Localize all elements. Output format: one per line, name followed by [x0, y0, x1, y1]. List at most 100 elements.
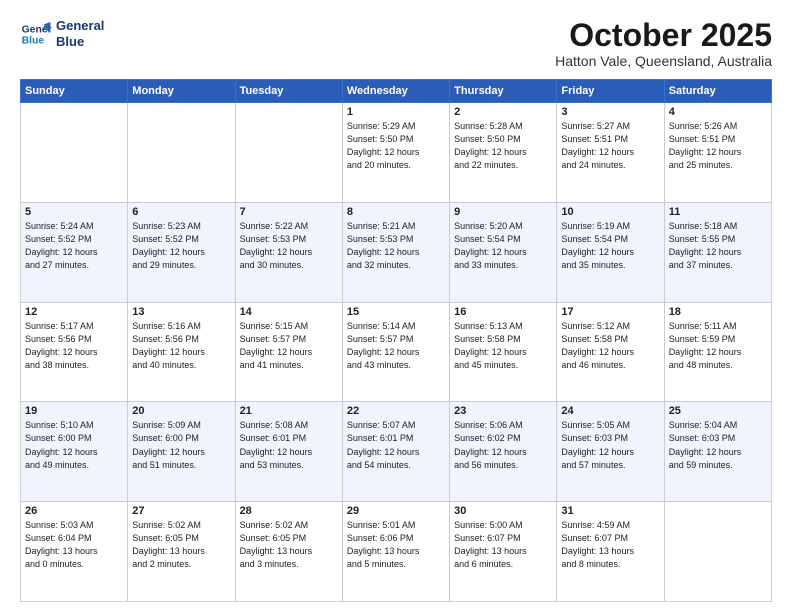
calendar-cell: 14Sunrise: 5:15 AM Sunset: 5:57 PM Dayli… [235, 302, 342, 402]
calendar-cell: 24Sunrise: 5:05 AM Sunset: 6:03 PM Dayli… [557, 402, 664, 502]
calendar-table: SundayMondayTuesdayWednesdayThursdayFrid… [20, 79, 772, 602]
weekday-tuesday: Tuesday [235, 80, 342, 103]
calendar-cell: 12 Sunrise: 5:17 AM Sunset: 5:56 PM Dayli… [21, 302, 128, 402]
day-number: 22 [347, 405, 445, 417]
day-info: Sunrise: 5:14 AM Sunset: 5:57 PM Dayligh… [347, 320, 445, 372]
day-number: 28 [240, 505, 338, 517]
day-number: 26 [25, 505, 123, 517]
weekday-wednesday: Wednesday [342, 80, 449, 103]
calendar-cell: 9 Sunrise: 5:20 AM Sunset: 5:54 PM Daylig… [450, 202, 557, 302]
day-number: 15 [347, 306, 445, 318]
page: General Blue General Blue October 2025 H… [0, 0, 792, 612]
calendar-cell: 25Sunrise: 5:04 AM Sunset: 6:03 PM Dayli… [664, 402, 771, 502]
day-number: 16 [454, 306, 552, 318]
day-info: Sunrise: 5:03 AM Sunset: 6:04 PM Dayligh… [25, 519, 123, 571]
calendar-cell [664, 502, 771, 602]
calendar-cell: 1 Sunrise: 5:29 AM Sunset: 5:50 PM Daylig… [342, 103, 449, 203]
day-info: Sunrise: 5:24 AM Sunset: 5:52 PM Dayligh… [25, 220, 123, 272]
calendar-cell: 30Sunrise: 5:00 AM Sunset: 6:07 PM Dayli… [450, 502, 557, 602]
logo-line1: General [56, 18, 104, 34]
day-number: 19 [25, 405, 123, 417]
day-number: 14 [240, 306, 338, 318]
day-number: 31 [561, 505, 659, 517]
day-number: 13 [132, 306, 230, 318]
calendar-cell [128, 103, 235, 203]
day-info: Sunrise: 5:07 AM Sunset: 6:01 PM Dayligh… [347, 419, 445, 471]
day-number: 17 [561, 306, 659, 318]
day-number: 5 [25, 206, 123, 218]
week-row-3: 19 Sunrise: 5:10 AM Sunset: 6:00 PM Dayli… [21, 402, 772, 502]
svg-text:Blue: Blue [22, 36, 45, 47]
day-number: 3 [561, 106, 659, 118]
calendar-cell: 28Sunrise: 5:02 AM Sunset: 6:05 PM Dayli… [235, 502, 342, 602]
calendar-cell: 18Sunrise: 5:11 AM Sunset: 5:59 PM Dayli… [664, 302, 771, 402]
calendar-cell [21, 103, 128, 203]
day-number: 18 [669, 306, 767, 318]
day-info: Sunrise: 5:26 AM Sunset: 5:51 PM Dayligh… [669, 120, 767, 172]
day-number: 11 [669, 206, 767, 218]
day-number: 12 [25, 306, 123, 318]
calendar-cell: 4Sunrise: 5:26 AM Sunset: 5:51 PM Daylig… [664, 103, 771, 203]
day-info: Sunrise: 5:21 AM Sunset: 5:53 PM Dayligh… [347, 220, 445, 272]
weekday-friday: Friday [557, 80, 664, 103]
calendar-cell: 16 Sunrise: 5:13 AM Sunset: 5:58 PM Dayli… [450, 302, 557, 402]
day-number: 9 [454, 206, 552, 218]
day-info: Sunrise: 5:20 AM Sunset: 5:54 PM Dayligh… [454, 220, 552, 272]
day-number: 27 [132, 505, 230, 517]
day-info: Sunrise: 5:23 AM Sunset: 5:52 PM Dayligh… [132, 220, 230, 272]
day-number: 1 [347, 106, 445, 118]
day-info: Sunrise: 5:00 AM Sunset: 6:07 PM Dayligh… [454, 519, 552, 571]
day-number: 20 [132, 405, 230, 417]
location: Hatton Vale, Queensland, Australia [555, 53, 772, 69]
title-block: October 2025 Hatton Vale, Queensland, Au… [555, 18, 772, 69]
calendar-cell: 21Sunrise: 5:08 AM Sunset: 6:01 PM Dayli… [235, 402, 342, 502]
week-row-1: 5 Sunrise: 5:24 AM Sunset: 5:52 PM Daylig… [21, 202, 772, 302]
day-info: Sunrise: 5:12 AM Sunset: 5:58 PM Dayligh… [561, 320, 659, 372]
calendar-cell: 6 Sunrise: 5:23 AM Sunset: 5:52 PM Daylig… [128, 202, 235, 302]
day-info: Sunrise: 5:13 AM Sunset: 5:58 PM Dayligh… [454, 320, 552, 372]
weekday-monday: Monday [128, 80, 235, 103]
calendar-cell: 13 Sunrise: 5:16 AM Sunset: 5:56 PM Dayli… [128, 302, 235, 402]
weekday-header-row: SundayMondayTuesdayWednesdayThursdayFrid… [21, 80, 772, 103]
day-info: Sunrise: 5:17 AM Sunset: 5:56 PM Dayligh… [25, 320, 123, 372]
day-number: 7 [240, 206, 338, 218]
calendar-cell: 17 Sunrise: 5:12 AM Sunset: 5:58 PM Dayli… [557, 302, 664, 402]
day-info: Sunrise: 5:02 AM Sunset: 6:05 PM Dayligh… [132, 519, 230, 571]
day-info: Sunrise: 5:06 AM Sunset: 6:02 PM Dayligh… [454, 419, 552, 471]
logo-icon: General Blue [20, 18, 52, 50]
day-number: 24 [561, 405, 659, 417]
calendar-cell: 11 Sunrise: 5:18 AM Sunset: 5:55 PM Dayli… [664, 202, 771, 302]
day-number: 6 [132, 206, 230, 218]
day-info: Sunrise: 5:09 AM Sunset: 6:00 PM Dayligh… [132, 419, 230, 471]
calendar-cell: 7Sunrise: 5:22 AM Sunset: 5:53 PM Daylig… [235, 202, 342, 302]
calendar-cell: 20 Sunrise: 5:09 AM Sunset: 6:00 PM Dayli… [128, 402, 235, 502]
day-info: Sunrise: 5:29 AM Sunset: 5:50 PM Dayligh… [347, 120, 445, 172]
calendar-cell: 27 Sunrise: 5:02 AM Sunset: 6:05 PM Dayli… [128, 502, 235, 602]
weekday-thursday: Thursday [450, 80, 557, 103]
calendar-cell: 3Sunrise: 5:27 AM Sunset: 5:51 PM Daylig… [557, 103, 664, 203]
logo-text: General Blue [56, 18, 104, 49]
day-info: Sunrise: 5:18 AM Sunset: 5:55 PM Dayligh… [669, 220, 767, 272]
day-info: Sunrise: 5:10 AM Sunset: 6:00 PM Dayligh… [25, 419, 123, 471]
day-info: Sunrise: 5:01 AM Sunset: 6:06 PM Dayligh… [347, 519, 445, 571]
week-row-0: 1 Sunrise: 5:29 AM Sunset: 5:50 PM Daylig… [21, 103, 772, 203]
day-number: 8 [347, 206, 445, 218]
day-info: Sunrise: 5:08 AM Sunset: 6:01 PM Dayligh… [240, 419, 338, 471]
month-title: October 2025 [555, 18, 772, 53]
logo-line2: Blue [56, 34, 104, 50]
calendar-cell: 10Sunrise: 5:19 AM Sunset: 5:54 PM Dayli… [557, 202, 664, 302]
day-number: 29 [347, 505, 445, 517]
calendar-cell: 31Sunrise: 4:59 AM Sunset: 6:07 PM Dayli… [557, 502, 664, 602]
weekday-sunday: Sunday [21, 80, 128, 103]
day-info: Sunrise: 5:28 AM Sunset: 5:50 PM Dayligh… [454, 120, 552, 172]
calendar-cell: 23Sunrise: 5:06 AM Sunset: 6:02 PM Dayli… [450, 402, 557, 502]
day-info: Sunrise: 5:16 AM Sunset: 5:56 PM Dayligh… [132, 320, 230, 372]
logo: General Blue General Blue [20, 18, 104, 50]
header: General Blue General Blue October 2025 H… [20, 18, 772, 69]
day-number: 2 [454, 106, 552, 118]
calendar-cell: 5 Sunrise: 5:24 AM Sunset: 5:52 PM Daylig… [21, 202, 128, 302]
calendar-cell: 22 Sunrise: 5:07 AM Sunset: 6:01 PM Dayli… [342, 402, 449, 502]
week-row-4: 26 Sunrise: 5:03 AM Sunset: 6:04 PM Dayli… [21, 502, 772, 602]
week-row-2: 12 Sunrise: 5:17 AM Sunset: 5:56 PM Dayli… [21, 302, 772, 402]
calendar-cell: 8 Sunrise: 5:21 AM Sunset: 5:53 PM Daylig… [342, 202, 449, 302]
